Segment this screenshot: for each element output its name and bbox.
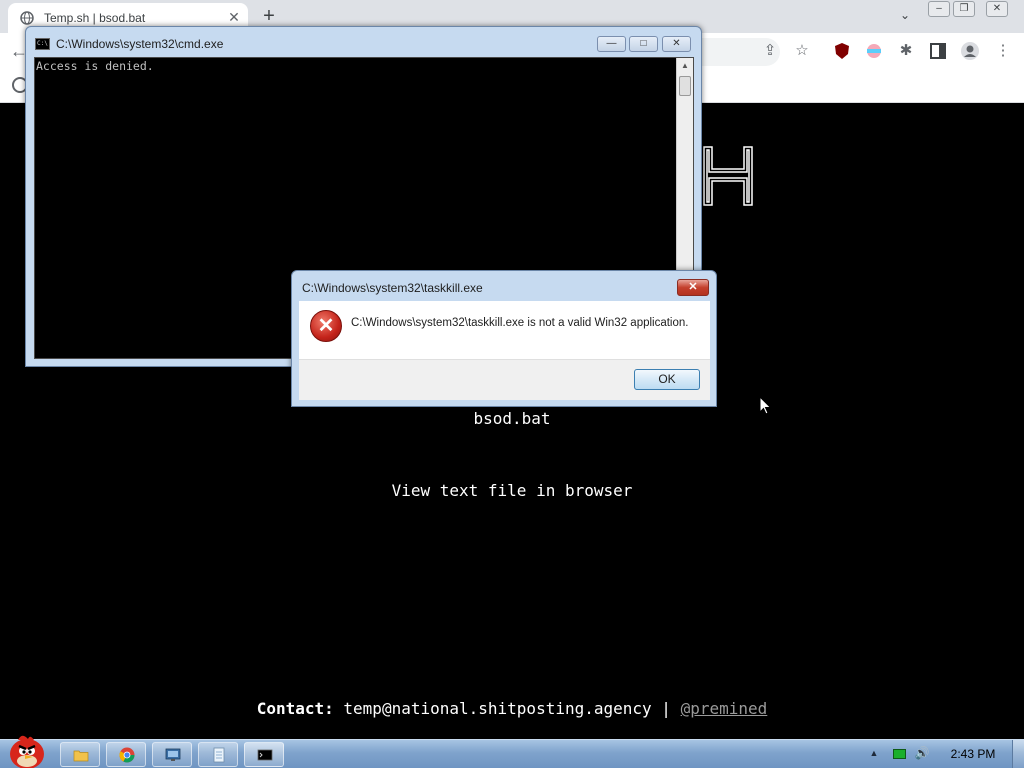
browser-close-button[interactable]: ✕ bbox=[986, 1, 1008, 17]
more-menu-icon[interactable]: ⋮ bbox=[993, 41, 1013, 61]
new-tab-button[interactable]: + bbox=[258, 6, 280, 28]
taskbar-chrome-button[interactable] bbox=[106, 742, 146, 767]
error-dialog-close-button[interactable]: ✕ bbox=[677, 279, 709, 296]
logo-letter-h-art bbox=[703, 146, 753, 206]
profile-avatar-icon[interactable] bbox=[960, 41, 980, 61]
contact-separator: | bbox=[661, 699, 671, 718]
ublock-extension-icon[interactable] bbox=[832, 41, 852, 61]
contact-line: Contact: temp@national.shitposting.agenc… bbox=[0, 699, 1024, 718]
browser-minimize-button[interactable]: – bbox=[928, 1, 950, 17]
scroll-up-arrow-icon[interactable]: ▲ bbox=[677, 58, 693, 74]
scroll-thumb[interactable] bbox=[679, 76, 691, 96]
system-clock[interactable]: 2:43 PM bbox=[940, 747, 1006, 761]
battery-icon[interactable] bbox=[893, 749, 906, 759]
file-name: bsod.bat bbox=[473, 409, 551, 428]
browser-restore-button[interactable]: ❐ bbox=[953, 1, 975, 17]
cmd-close-button[interactable]: ✕ bbox=[662, 36, 691, 52]
chrome-icon bbox=[119, 747, 135, 763]
cmd-titlebar[interactable]: C:\ C:\Windows\system32\cmd.exe — □ ✕ bbox=[26, 27, 701, 57]
start-button-angry-bird-icon[interactable] bbox=[4, 730, 50, 768]
folder-icon bbox=[73, 750, 89, 762]
cmd-app-icon: C:\ bbox=[35, 38, 50, 50]
cmd-output-text: Access is denied. bbox=[36, 59, 154, 73]
volume-icon[interactable]: 🔊 bbox=[914, 746, 930, 762]
show-desktop-button[interactable] bbox=[1012, 740, 1024, 768]
tab-close-icon[interactable]: ✕ bbox=[225, 8, 243, 26]
taskbar-control-panel-button[interactable] bbox=[152, 742, 192, 767]
show-hidden-icons-arrow-icon[interactable]: ▲ bbox=[868, 748, 880, 758]
error-dialog: C:\Windows\system32\taskkill.exe ✕ ✕ C:\… bbox=[291, 270, 717, 407]
taskbar-cmd-button[interactable] bbox=[244, 742, 284, 767]
mouse-pointer-icon bbox=[759, 396, 772, 415]
share-icon[interactable]: ⇪ bbox=[760, 41, 780, 61]
contact-handle-link[interactable]: @premined bbox=[681, 699, 768, 718]
cmd-window-title: C:\Windows\system32\cmd.exe bbox=[56, 37, 224, 51]
ok-button[interactable]: OK bbox=[634, 369, 700, 390]
extensions-puzzle-icon[interactable]: ✱ bbox=[896, 41, 916, 61]
taskbar-notepad-button[interactable] bbox=[198, 742, 238, 767]
contact-email[interactable]: temp@national.shitposting.agency bbox=[343, 699, 651, 718]
error-dialog-titlebar[interactable]: C:\Windows\system32\taskkill.exe ✕ bbox=[292, 271, 716, 301]
tab-search-chevron-icon[interactable]: ⌄ bbox=[895, 8, 915, 26]
error-dialog-footer: OK bbox=[299, 359, 710, 400]
flag-extension-icon[interactable] bbox=[864, 41, 884, 61]
cmd-maximize-button[interactable]: □ bbox=[629, 36, 658, 52]
taskbar-explorer-button[interactable] bbox=[60, 742, 100, 767]
bookmark-star-icon[interactable]: ☆ bbox=[792, 41, 812, 61]
tab-title: Temp.sh | bsod.bat bbox=[44, 11, 146, 25]
view-text-file-link[interactable]: View text file in browser bbox=[0, 481, 1024, 500]
error-message: C:\Windows\system32\taskkill.exe is not … bbox=[351, 317, 689, 329]
contact-label: Contact: bbox=[256, 699, 334, 718]
error-dialog-body: ✕ C:\Windows\system32\taskkill.exe is no… bbox=[299, 301, 710, 359]
taskbar: ▲ 🔊 2:43 PM bbox=[0, 735, 1024, 768]
globe-icon bbox=[20, 11, 34, 25]
notepad-icon bbox=[213, 747, 225, 763]
cmd-icon bbox=[257, 749, 273, 761]
monitor-icon bbox=[165, 748, 181, 761]
cmd-minimize-button[interactable]: — bbox=[597, 36, 626, 52]
error-dialog-title: C:\Windows\system32\taskkill.exe bbox=[302, 281, 483, 295]
side-panel-icon[interactable] bbox=[928, 41, 948, 61]
desktop-screen: Temp.sh | bsod.bat ✕ + ⌄ – ❐ ✕ ← ⇪ ☆ ✱ ⋮ bbox=[0, 0, 1024, 768]
error-icon: ✕ bbox=[310, 310, 342, 342]
